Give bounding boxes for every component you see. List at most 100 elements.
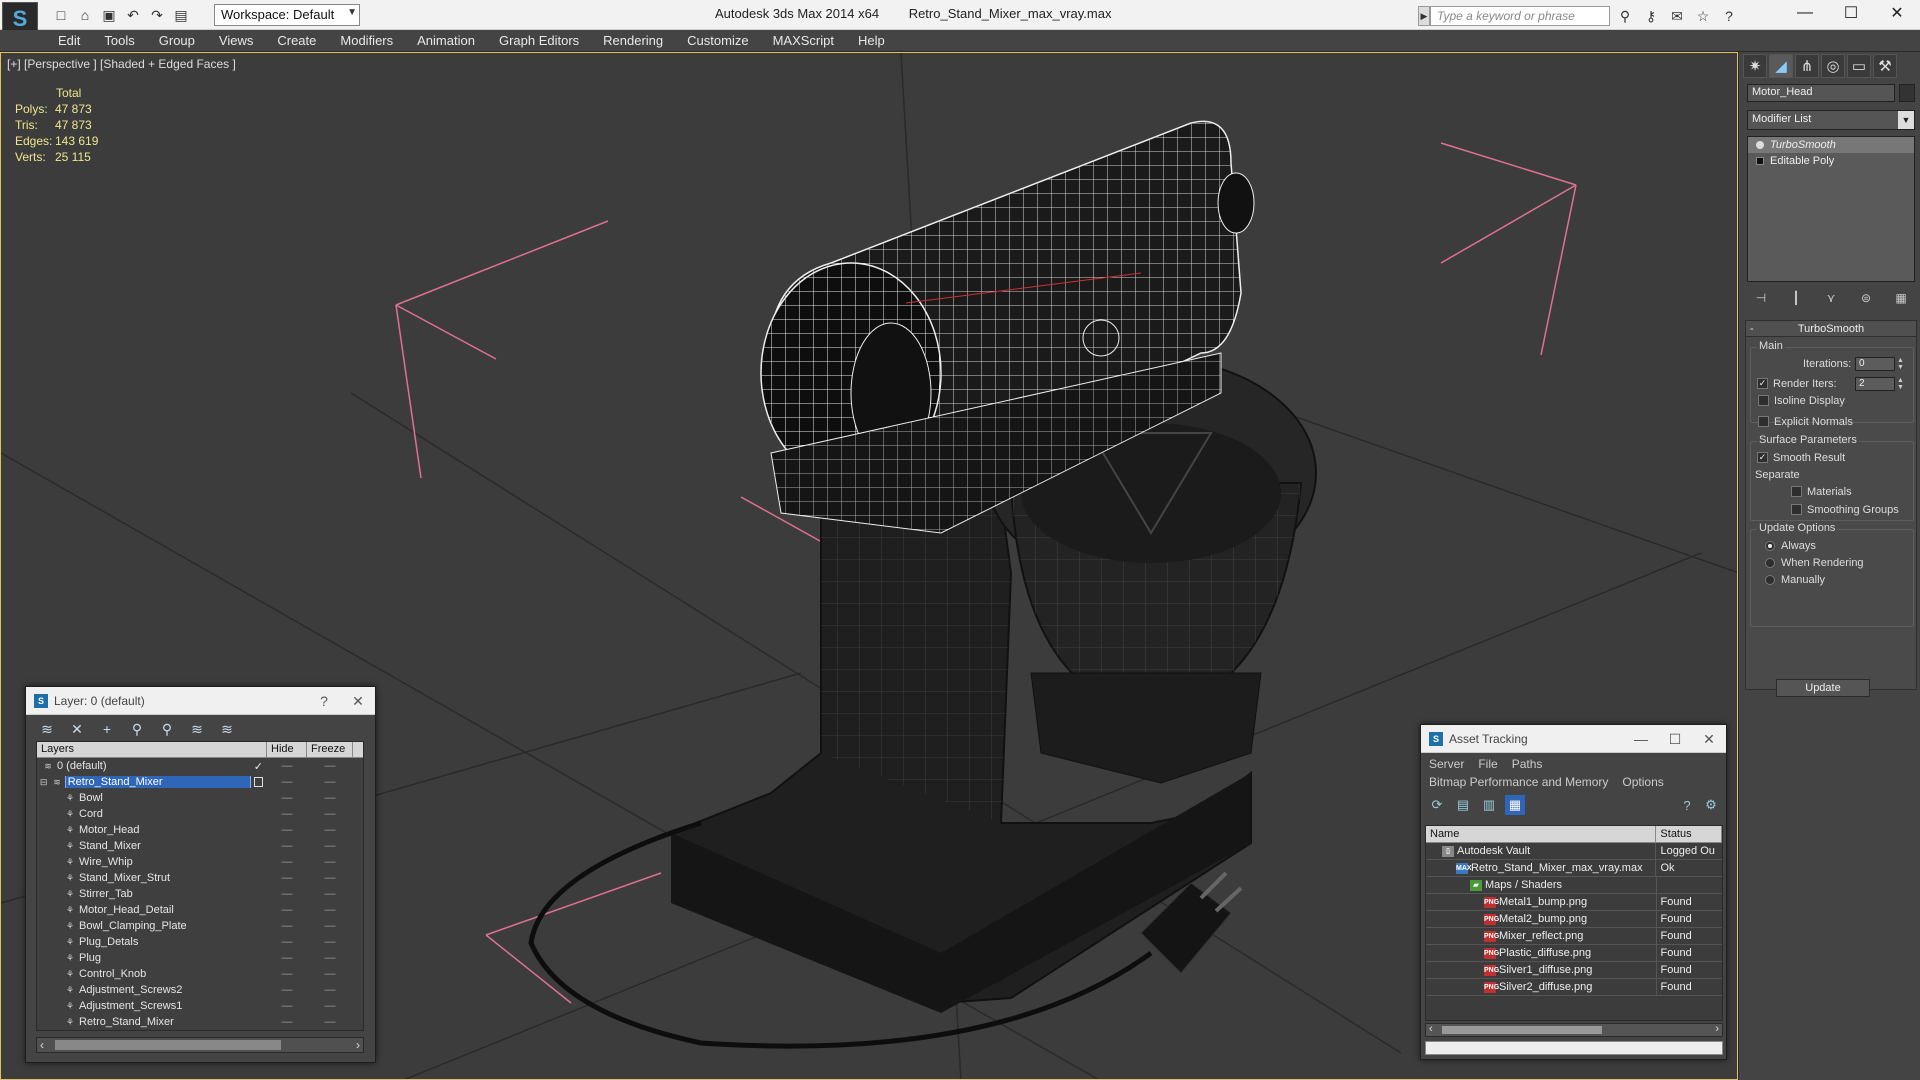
make-unique-icon[interactable]: ⋎ xyxy=(1821,288,1841,308)
undo-icon[interactable]: ↶ xyxy=(122,4,144,26)
render-iters-checkbox[interactable]: ✓ xyxy=(1757,378,1768,389)
stack-item-editable-poly[interactable]: Editable Poly xyxy=(1748,153,1914,169)
scroll-right-icon[interactable]: › xyxy=(356,1038,360,1052)
column-header-layers[interactable]: Layers xyxy=(37,742,267,757)
layer-row[interactable]: ≋ 0 (default) ✓ — — xyxy=(37,758,363,774)
menu-item-group[interactable]: Group xyxy=(147,33,207,48)
hide-toggle-icon[interactable]: — xyxy=(267,824,307,836)
freeze-toggle-icon[interactable]: — xyxy=(307,808,353,820)
menu-item-maxscript[interactable]: MAXScript xyxy=(761,33,846,48)
remove-modifier-icon[interactable]: ⊜ xyxy=(1856,288,1876,308)
hide-toggle-icon[interactable]: — xyxy=(267,840,307,852)
layer-row[interactable]: ⚘ Stand_Mixer — — xyxy=(37,838,363,854)
close-icon[interactable]: ✕ xyxy=(341,687,375,715)
highlight-selected-icon[interactable]: ⚲ xyxy=(156,719,178,739)
stack-item-turbosmooth[interactable]: TurboSmooth xyxy=(1748,137,1914,153)
materials-checkbox[interactable] xyxy=(1791,486,1802,497)
hide-toggle-icon[interactable]: — xyxy=(267,920,307,932)
modifier-list-dropdown[interactable]: Modifier List ▼ xyxy=(1747,110,1915,130)
hide-toggle-icon[interactable]: — xyxy=(267,1000,307,1012)
minimize-icon[interactable]: — xyxy=(1782,0,1828,26)
workspace-dropdown[interactable]: Workspace: Default ▼ xyxy=(214,4,360,26)
close-icon[interactable]: ✕ xyxy=(1692,725,1726,753)
layer-row[interactable]: ⊟ ≋ Retro_Stand_Mixer — — xyxy=(37,774,363,790)
pin-stack-icon[interactable]: ⊣ xyxy=(1751,288,1771,308)
smooth-result-checkbox[interactable]: ✓ xyxy=(1757,452,1768,463)
expand-box-icon[interactable] xyxy=(1756,157,1764,165)
layer-row[interactable]: ⚘ Adjustment_Screws1 — — xyxy=(37,998,363,1014)
show-end-result-icon[interactable]: ┃ xyxy=(1786,288,1806,308)
search-expand-icon[interactable]: ▶ xyxy=(1418,6,1430,26)
freeze-toggle-icon[interactable]: — xyxy=(307,936,353,948)
spinner-arrows-icon[interactable]: ▲ ▼ xyxy=(1897,377,1905,391)
hide-toggle-icon[interactable]: — xyxy=(267,984,307,996)
display-tab-icon[interactable]: ▭ xyxy=(1847,54,1871,78)
freeze-toggle-icon[interactable]: — xyxy=(307,840,353,852)
freeze-toggle-icon[interactable]: — xyxy=(307,792,353,804)
lightbulb-icon[interactable] xyxy=(1756,141,1764,149)
manually-radio[interactable] xyxy=(1765,575,1775,585)
binoculars-icon[interactable]: ⚲ xyxy=(1614,6,1636,26)
freeze-toggle-icon[interactable]: — xyxy=(307,1016,353,1028)
asset-row[interactable]: PNG Plastic_diffuse.png Found xyxy=(1426,944,1722,962)
freeze-toggle-icon[interactable]: — xyxy=(307,952,353,964)
scroll-right-icon[interactable]: › xyxy=(1715,1023,1719,1035)
asset-row[interactable]: ▰ Maps / Shaders xyxy=(1426,876,1722,894)
menu-item-help[interactable]: Help xyxy=(846,33,897,48)
object-name-field[interactable]: Motor_Head xyxy=(1747,84,1895,102)
freeze-toggle-icon[interactable]: — xyxy=(307,920,353,932)
layer-row[interactable]: ⚘ Retro_Stand_Mixer — — xyxy=(37,1014,363,1030)
viewport-label[interactable]: [+] [Perspective ] [Shaded + Edged Faces… xyxy=(7,57,236,71)
freeze-toggle-icon[interactable]: — xyxy=(307,968,353,980)
asset-row[interactable]: MAX Retro_Stand_Mixer_max_vray.max Ok xyxy=(1426,859,1722,877)
hide-layers-icon[interactable]: ≋ xyxy=(186,719,208,739)
favorites-star-icon[interactable]: ☆ xyxy=(1692,6,1714,26)
new-file-icon[interactable]: □ xyxy=(50,4,72,26)
freeze-toggle-icon[interactable]: — xyxy=(307,776,353,788)
menu-item-edit[interactable]: Edit xyxy=(46,33,92,48)
help-icon[interactable]: ? xyxy=(1677,795,1697,815)
select-objects-icon[interactable]: ⚲ xyxy=(126,719,148,739)
hide-toggle-icon[interactable]: — xyxy=(267,936,307,948)
freeze-toggle-icon[interactable]: — xyxy=(307,872,353,884)
scroll-left-icon[interactable]: ‹ xyxy=(40,1038,44,1052)
layer-row[interactable]: ⚘ Adjustment_Screws2 — — xyxy=(37,982,363,998)
freeze-toggle-icon[interactable]: — xyxy=(307,904,353,916)
maximize-icon[interactable]: ☐ xyxy=(1658,725,1692,753)
motion-tab-icon[interactable]: ◎ xyxy=(1821,54,1845,78)
menu-item-modifiers[interactable]: Modifiers xyxy=(328,33,405,48)
add-to-layer-icon[interactable]: + xyxy=(96,719,118,739)
layer-row[interactable]: ⚘ Stirrer_Tab — — xyxy=(37,886,363,902)
menu-item-views[interactable]: Views xyxy=(207,33,265,48)
list-view-icon[interactable]: ▤ xyxy=(1453,795,1473,815)
hide-toggle-icon[interactable]: — xyxy=(267,776,307,788)
minimize-icon[interactable]: — xyxy=(1624,725,1658,753)
hide-toggle-icon[interactable]: — xyxy=(267,792,307,804)
create-tab-icon[interactable]: ✷ xyxy=(1743,54,1767,78)
asset-row[interactable]: PNG Metal2_bump.png Found xyxy=(1426,910,1722,928)
layer-row[interactable]: ⚘ Bowl_Clamping_Plate — — xyxy=(37,918,363,934)
always-radio[interactable] xyxy=(1765,541,1775,551)
layer-row[interactable]: ⚘ Plug — — xyxy=(37,950,363,966)
asset-menu-item-options[interactable]: Options xyxy=(1622,775,1663,789)
smoothing-groups-checkbox[interactable] xyxy=(1791,504,1802,515)
close-icon[interactable]: ✕ xyxy=(1874,0,1920,26)
column-header-status[interactable]: Status xyxy=(1656,826,1722,842)
menu-item-graph-editors[interactable]: Graph Editors xyxy=(487,33,591,48)
hide-toggle-icon[interactable]: — xyxy=(267,808,307,820)
table-view-icon[interactable]: ▦ xyxy=(1505,795,1525,815)
modify-tab-icon[interactable]: ◢ xyxy=(1769,54,1793,78)
asset-menu-item-paths[interactable]: Paths xyxy=(1512,757,1543,771)
utilities-tab-icon[interactable]: ⚒ xyxy=(1873,54,1897,78)
save-file-icon[interactable]: ▣ xyxy=(98,4,120,26)
menu-item-create[interactable]: Create xyxy=(265,33,328,48)
column-header-name[interactable]: Name xyxy=(1426,826,1657,842)
maximize-icon[interactable]: ☐ xyxy=(1828,0,1874,26)
asset-row[interactable]: PNG Mixer_reflect.png Found xyxy=(1426,927,1722,945)
layer-row[interactable]: ⚘ Control_Knob — — xyxy=(37,966,363,982)
menu-item-animation[interactable]: Animation xyxy=(405,33,487,48)
asset-row[interactable]: PNG Silver2_diffuse.png Found xyxy=(1426,978,1722,996)
layer-row[interactable]: ⚘ Wire_Whip — — xyxy=(37,854,363,870)
layer-row[interactable]: ⚘ Bowl — — xyxy=(37,790,363,806)
layer-row[interactable]: ⚘ Stand_Mixer_Strut — — xyxy=(37,870,363,886)
